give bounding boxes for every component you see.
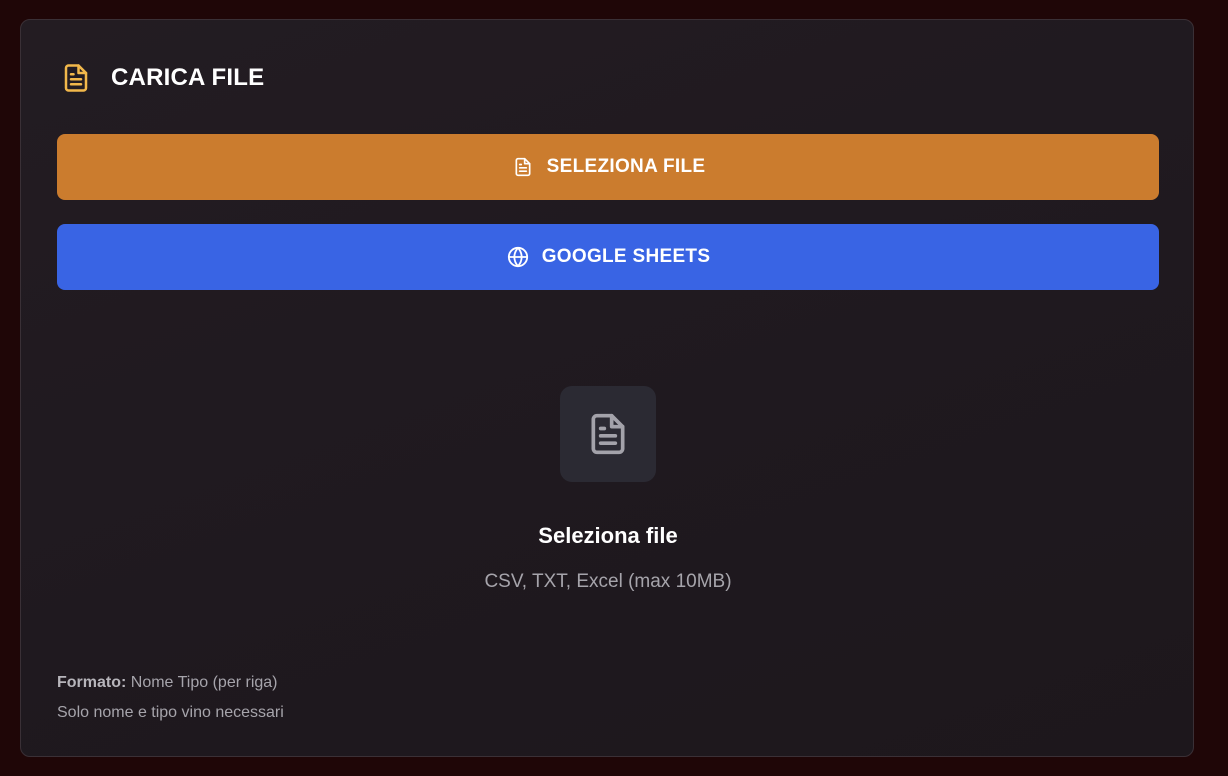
select-file-button[interactable]: SELEZIONA FILE	[57, 134, 1159, 200]
google-sheets-label: GOOGLE SHEETS	[541, 246, 711, 267]
format-value: Nome Tipo (per riga)	[126, 674, 278, 691]
card-header: CARICA FILE	[59, 60, 264, 96]
format-help: Formato: Nome Tipo (per riga) Solo nome …	[57, 668, 284, 728]
globe-icon	[506, 245, 530, 269]
format-label: Formato:	[57, 674, 127, 691]
format-note: Solo nome e tipo vino necessari	[57, 704, 284, 721]
format-line: Formato: Nome Tipo (per riga)	[57, 668, 284, 698]
file-text-icon	[591, 413, 625, 455]
file-text-icon	[59, 60, 93, 96]
file-text-icon	[511, 155, 535, 179]
select-file-label: SELEZIONA FILE	[546, 156, 706, 177]
dropzone-subtitle: CSV, TXT, Excel (max 10MB)	[484, 571, 732, 592]
card-title: CARICA FILE	[111, 64, 265, 91]
dropzone-file-icon[interactable]	[560, 386, 656, 482]
google-sheets-button[interactable]: GOOGLE SHEETS	[57, 224, 1159, 290]
dropzone-title: Seleziona file	[538, 523, 678, 548]
upload-card: CARICA FILE SELEZIONA FILE GOOGLE SHEETS	[20, 19, 1194, 757]
